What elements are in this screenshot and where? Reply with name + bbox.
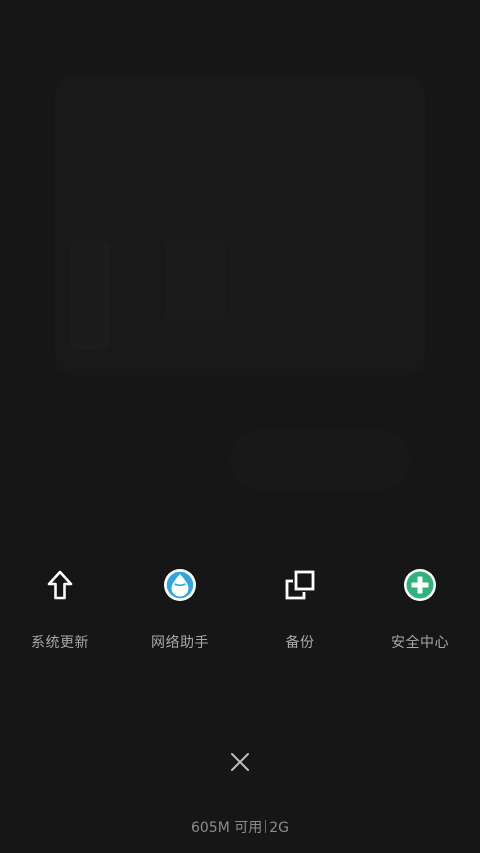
blurred-background-element [165, 240, 225, 320]
shortcut-label: 安全中心 [391, 635, 449, 651]
shortcut-network-assistant[interactable]: 网络助手 [120, 562, 240, 662]
water-drop-icon [164, 569, 196, 601]
plus-circle-icon [404, 569, 436, 601]
blurred-background-element [70, 240, 110, 350]
blurred-background-card [55, 75, 425, 375]
shortcut-label: 网络助手 [151, 635, 209, 651]
backup-icon [285, 570, 315, 600]
memory-total: 2G [269, 820, 290, 836]
shortcut-system-update[interactable]: 系统更新 [0, 562, 120, 662]
recent-apps-screen: 系统更新 网络助手 备份 安全中心 605M 可用 2G [0, 0, 480, 853]
memory-status: 605M 可用 2G [0, 817, 480, 837]
shortcut-label: 备份 [285, 635, 315, 651]
close-icon[interactable] [222, 744, 258, 780]
arrow-up-icon [47, 570, 73, 600]
shortcut-security-center[interactable]: 安全中心 [360, 562, 480, 662]
quick-shortcuts: 系统更新 网络助手 备份 安全中心 [0, 562, 480, 662]
blurred-background-element [230, 430, 410, 490]
shortcut-label: 系统更新 [31, 635, 89, 651]
shortcut-backup[interactable]: 备份 [240, 562, 360, 662]
memory-available: 605M 可用 [190, 820, 263, 836]
memory-divider [265, 820, 267, 833]
